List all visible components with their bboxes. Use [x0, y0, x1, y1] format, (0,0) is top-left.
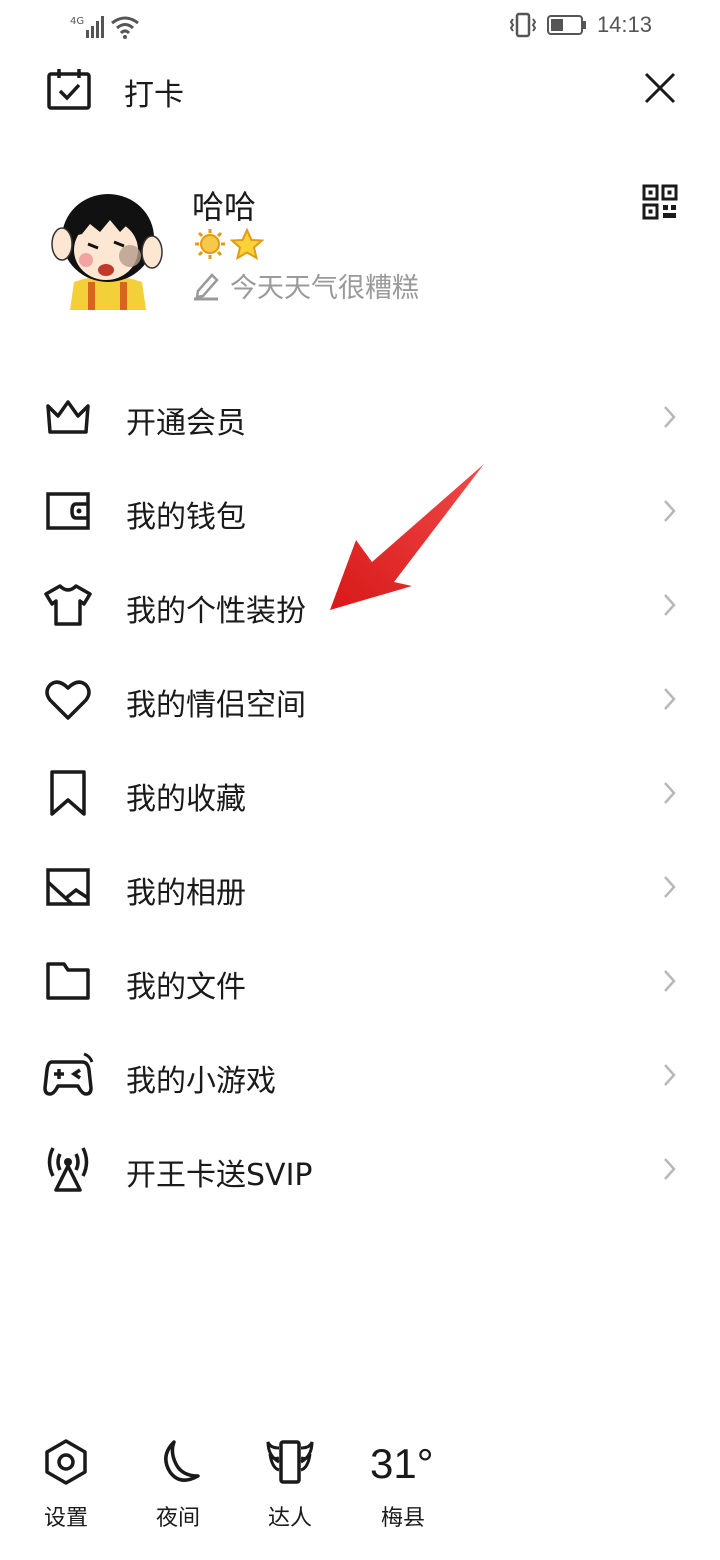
menu-item-label: 我的钱包	[126, 500, 246, 535]
checkin-label[interactable]: 打卡	[124, 70, 184, 114]
chevron-right-icon	[664, 406, 676, 428]
sun-badge-icon[interactable]	[194, 228, 226, 260]
menu-item-label: 我的文件	[126, 970, 246, 1005]
vibrate-icon	[509, 12, 537, 38]
calendar-check-icon[interactable]	[46, 66, 92, 112]
menu-item-label: 我的相册	[126, 876, 246, 911]
chevron-right-icon	[664, 876, 676, 898]
chevron-right-icon	[664, 688, 676, 710]
menu-item-label: 开王卡送SVIP	[126, 1158, 313, 1193]
pencil-icon	[194, 272, 219, 300]
profile-section: 哈哈 今天天气很糟糕	[0, 178, 720, 318]
tshirt-icon	[44, 584, 92, 626]
menu-item-label: 我的小游戏	[126, 1064, 276, 1099]
menu-item-label: 我的情侣空间	[126, 688, 306, 723]
crown-icon	[46, 400, 90, 434]
status-right: 14:13	[509, 12, 652, 38]
phone-wings-icon	[266, 1440, 314, 1484]
night-mode-label: 夜间	[155, 1506, 200, 1531]
night-mode-button[interactable]: 夜间	[134, 1430, 214, 1531]
chevron-right-icon	[664, 782, 676, 804]
menu-item-mini-games[interactable]: 我的小游戏	[0, 1028, 720, 1122]
menu-item-album[interactable]: 我的相册	[0, 840, 720, 934]
drawer-header: 打卡	[0, 60, 720, 120]
moon-icon	[164, 1440, 200, 1482]
city-label: 梅县	[380, 1506, 425, 1531]
settings-button[interactable]: 设置	[22, 1430, 102, 1531]
close-icon[interactable]	[640, 68, 680, 108]
settings-hexagon-icon	[45, 1439, 87, 1485]
badges	[194, 228, 264, 260]
chevron-right-icon	[664, 500, 676, 522]
menu-item-label: 我的收藏	[126, 782, 246, 817]
chevron-right-icon	[664, 970, 676, 992]
menu-item-couple-space[interactable]: 我的情侣空间	[0, 652, 720, 746]
bottom-bar: 设置 夜间 达人 31° 梅县	[0, 1430, 720, 1540]
gamepad-icon	[43, 1052, 94, 1096]
weather-widget[interactable]: 31° 梅县	[370, 1430, 470, 1531]
talent-label: 达人	[267, 1506, 312, 1531]
battery-icon	[546, 15, 586, 35]
cellular-signal-icon: 4G	[70, 16, 104, 38]
settings-label: 设置	[43, 1506, 88, 1531]
menu-item-label: 我的个性装扮	[126, 594, 306, 629]
annotation-arrow	[330, 464, 484, 610]
menu-item-favorites[interactable]: 我的收藏	[0, 746, 720, 840]
status-time: 14:13	[596, 12, 652, 37]
signature-text: 今天天气很糟糕	[230, 273, 419, 304]
svg-text:4G: 4G	[70, 16, 84, 27]
menu-item-files[interactable]: 我的文件	[0, 934, 720, 1028]
star-badge-icon[interactable]	[230, 228, 264, 260]
signal-tower-icon	[47, 1147, 89, 1192]
menu-item-king-card-svip[interactable]: 开王卡送SVIP	[0, 1122, 720, 1216]
status-bar: 4G 14:13	[0, 0, 720, 56]
talent-button[interactable]: 达人	[246, 1430, 326, 1531]
chevron-right-icon	[664, 1158, 676, 1180]
bookmark-icon	[50, 770, 86, 816]
chevron-right-icon	[664, 594, 676, 616]
heart-icon	[45, 680, 91, 720]
menu-item-label: 开通会员	[126, 406, 246, 441]
avatar[interactable]	[48, 186, 166, 310]
username[interactable]: 哈哈	[192, 182, 256, 228]
wifi-icon	[111, 16, 139, 39]
signature[interactable]: 今天天气很糟糕	[192, 266, 419, 305]
temperature: 31°	[370, 1440, 434, 1487]
qr-code-icon[interactable]	[642, 184, 678, 220]
menu-item-membership[interactable]: 开通会员	[0, 370, 720, 464]
folder-icon	[46, 962, 90, 1000]
photo-album-icon	[46, 868, 90, 906]
status-left: 4G	[70, 14, 140, 40]
wallet-icon	[46, 492, 90, 530]
chevron-right-icon	[664, 1064, 676, 1086]
